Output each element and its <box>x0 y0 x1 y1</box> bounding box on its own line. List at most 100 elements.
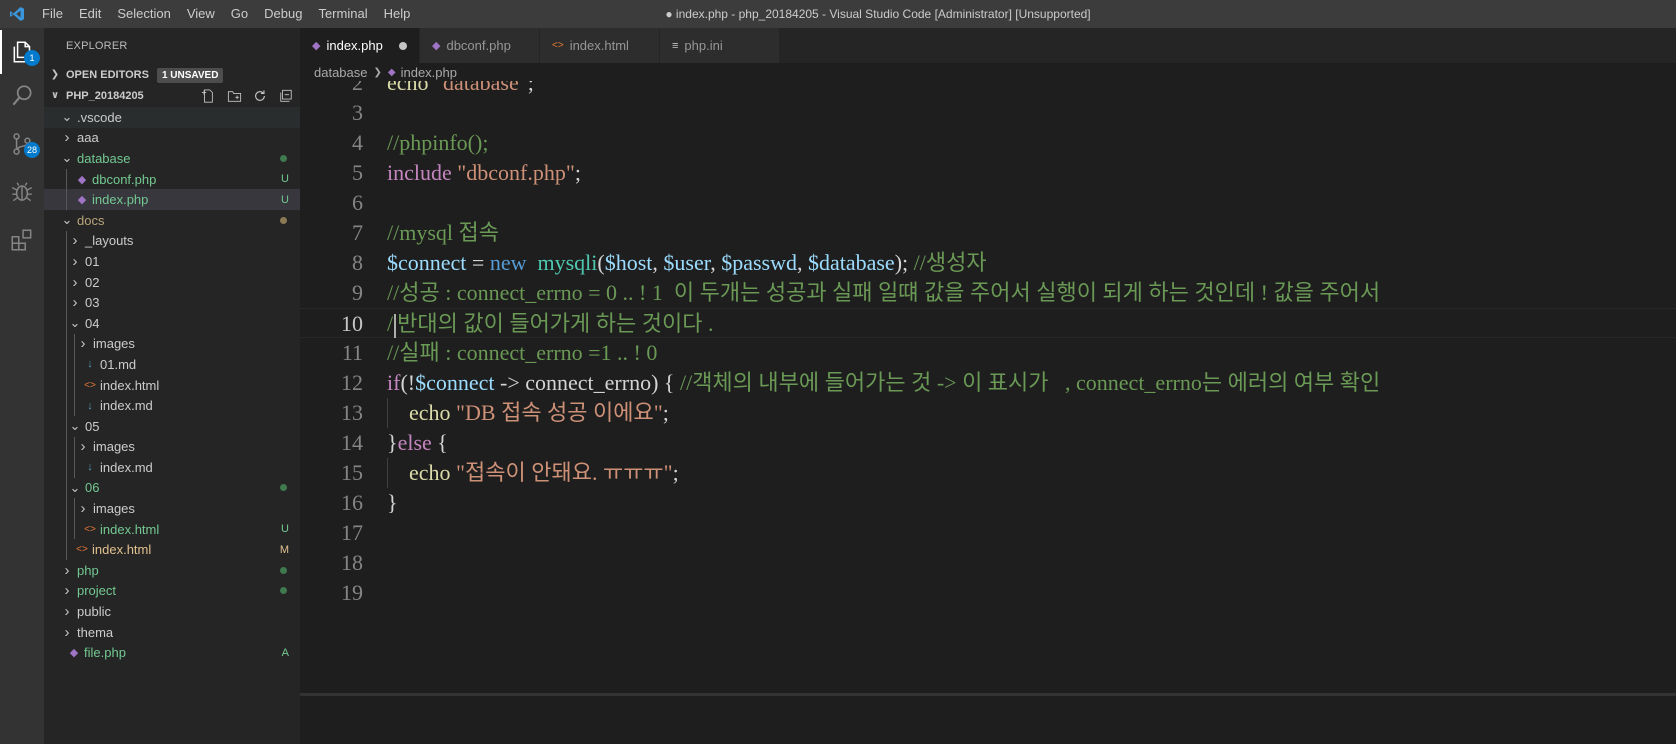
tab-label: php.ini <box>684 38 723 53</box>
file-item[interactable]: ↓ 01.md <box>44 354 300 375</box>
indent-guide <box>66 271 67 293</box>
folder-item[interactable]: › 01 <box>44 251 300 272</box>
html-file-icon: <> <box>76 544 88 556</box>
code-line: 9 //성공 : connect_errno = 0 .. ! 1 이 두개는 성… <box>300 278 1676 308</box>
breadcrumb-folder[interactable]: database <box>314 65 368 80</box>
menu-file[interactable]: File <box>34 0 71 28</box>
indent-guide <box>66 333 67 355</box>
folder-item[interactable]: ⌄ 05 <box>44 415 300 437</box>
folder-item[interactable]: › _layouts <box>44 230 300 252</box>
file-item[interactable]: <> index.html U <box>44 518 300 540</box>
menu-bar: File Edit Selection View Go Debug Terminal Help <box>34 0 418 28</box>
open-editors-header[interactable]: ❯ OPEN EDITORS 1 UNSAVED <box>44 64 300 86</box>
editor-tab[interactable]: ◆ dbconf.php <box>420 28 540 63</box>
html-file-icon: <> <box>84 379 96 391</box>
line-number: 4 <box>352 130 363 155</box>
folder-item[interactable]: › thema <box>44 622 300 643</box>
indent-guide <box>66 312 67 334</box>
menu-view[interactable]: View <box>179 0 223 28</box>
folder-item[interactable]: ⌄ .vscode <box>44 107 300 128</box>
file-item[interactable]: <> index.html <box>44 374 300 396</box>
menu-edit[interactable]: Edit <box>71 0 109 28</box>
chevron-right-icon: ❯ <box>373 66 382 78</box>
workspace-header[interactable]: ∨ PHP_20184205 <box>44 85 300 107</box>
tree-item-label: 02 <box>85 274 100 290</box>
chevron-right-icon: › <box>72 232 78 250</box>
tree-item-label: index.md <box>100 459 153 475</box>
indent-guide <box>74 395 75 416</box>
folder-item[interactable]: › php <box>44 560 300 581</box>
line-number: 7 <box>352 220 363 245</box>
git-change-dot <box>280 484 287 492</box>
menu-help[interactable]: Help <box>376 0 419 28</box>
breadcrumb: database ❯ ◆ index.php <box>300 63 1676 81</box>
folder-item[interactable]: ⌄ 06 <box>44 477 300 499</box>
folder-item[interactable]: › public <box>44 601 300 622</box>
file-item[interactable]: <> index.html M <box>44 539 300 561</box>
folder-item[interactable]: › images <box>44 498 300 519</box>
chevron-down-icon: ⌄ <box>61 212 73 228</box>
new-folder-icon[interactable] <box>226 88 242 104</box>
php-file-icon: ◆ <box>69 647 79 660</box>
file-item[interactable]: ◆ file.php A <box>44 642 300 663</box>
file-item[interactable]: ◆ index.php U <box>44 189 300 210</box>
search-activity-button[interactable] <box>0 74 44 118</box>
folder-item[interactable]: › aaa <box>44 128 300 149</box>
menu-debug[interactable]: Debug <box>256 0 310 28</box>
folder-item[interactable]: ⌄ database <box>44 148 300 169</box>
code-line: 14}else { <box>300 428 1676 458</box>
editor-tab[interactable]: ≡ php.ini <box>660 28 780 63</box>
indent-guide <box>74 374 75 396</box>
git-change-dot <box>280 587 287 595</box>
file-item[interactable]: ↓ index.md <box>44 457 300 478</box>
code-line: 19 <box>300 578 1676 608</box>
activity-bar: 1 28 <box>0 28 44 744</box>
editor-tab[interactable]: ◆ index.php <box>300 28 420 63</box>
folder-item[interactable]: › images <box>44 436 300 458</box>
line-number: 11 <box>341 340 363 365</box>
indent-guide <box>66 415 67 437</box>
code-text: echo "database"; <box>387 81 534 95</box>
line-number: 19 <box>341 580 363 605</box>
debug-activity-button[interactable] <box>0 170 44 214</box>
explorer-activity-button[interactable]: 1 <box>0 30 44 74</box>
editor-tab[interactable]: <> index.html <box>540 28 660 63</box>
chevron-right-icon: › <box>64 561 70 579</box>
git-change-dot <box>280 566 287 574</box>
code-line: 6 <box>300 188 1676 218</box>
extensions-icon <box>11 229 32 251</box>
extensions-activity-button[interactable] <box>0 218 44 262</box>
collapse-all-icon[interactable] <box>278 88 294 104</box>
chevron-right-icon: › <box>80 500 86 518</box>
source-control-activity-button[interactable]: 28 <box>0 122 44 166</box>
indent-guide <box>74 333 75 355</box>
file-item[interactable]: ↓ index.md <box>44 395 300 416</box>
folder-item[interactable]: ⌄ 04 <box>44 312 300 334</box>
new-file-icon[interactable] <box>200 88 216 104</box>
code-line: 3 <box>300 98 1676 128</box>
code-line: 10/반대의 값이 들어가게 하는 것이다 . <box>300 308 1676 338</box>
tree-item-label: thema <box>77 624 114 640</box>
menu-go[interactable]: Go <box>223 0 256 28</box>
menu-terminal[interactable]: Terminal <box>310 0 375 28</box>
line-number: 2 <box>352 81 363 95</box>
breadcrumb-file[interactable]: index.php <box>401 65 457 80</box>
explorer-title: EXPLORER <box>66 40 128 52</box>
unsaved-dot-icon[interactable] <box>399 41 407 50</box>
folder-item[interactable]: › images <box>44 333 300 355</box>
folder-item[interactable]: › 02 <box>44 271 300 293</box>
indent-guide <box>74 354 75 375</box>
file-item[interactable]: ◆ dbconf.php U <box>44 168 300 190</box>
chevron-right-icon: › <box>80 335 86 353</box>
folder-item[interactable]: › 03 <box>44 292 300 313</box>
code-editor[interactable]: 2 echo "database"; 3 4 //phpinfo(); 5 include … <box>300 81 1676 693</box>
chevron-right-icon: ❯ <box>50 69 60 80</box>
folder-item[interactable]: › project <box>44 581 300 602</box>
menu-selection[interactable]: Selection <box>109 0 178 28</box>
code-text: //mysql 접속 <box>387 220 499 245</box>
code-text: //실패 : connect_errno =1 .. ! 0 <box>387 340 658 365</box>
indent-guide <box>66 518 67 540</box>
refresh-icon[interactable] <box>252 88 268 104</box>
git-change-dot <box>280 154 287 162</box>
folder-item[interactable]: ⌄ docs <box>44 210 300 231</box>
